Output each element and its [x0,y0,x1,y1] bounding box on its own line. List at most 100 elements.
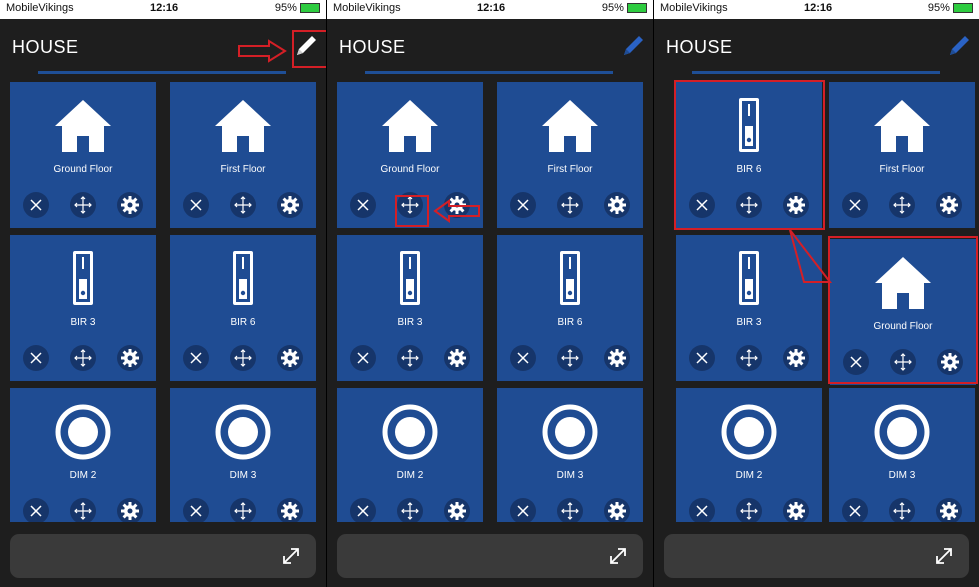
battery-indicator: 95% [602,2,647,14]
tile-label: BIR 3 [736,317,762,328]
move-highlight-box [395,195,429,227]
tile-label: First Floor [547,164,593,175]
move-button[interactable] [736,345,762,371]
remove-button[interactable] [350,345,376,371]
settings-button[interactable] [604,345,630,371]
settings-button[interactable] [444,498,470,522]
phone-screen-2: MobileVikings 12:16 95% HOUSE Ground Flo… [327,0,653,587]
settings-button[interactable] [117,498,143,522]
expand-icon[interactable] [278,543,304,569]
move-button[interactable] [230,192,256,218]
tile-dim-3[interactable]: DIM 3 [170,388,316,522]
remove-button[interactable] [689,345,715,371]
settings-button[interactable] [277,498,303,522]
remove-button[interactable] [510,498,536,522]
annotation-arrow-left [433,199,480,223]
tile-ground-floor[interactable]: Ground Floor [10,82,156,228]
remove-button[interactable] [510,345,536,371]
remove-button[interactable] [350,192,376,218]
tile-bir-6[interactable]: BIR 6 [170,235,316,381]
header-underline [365,71,613,74]
move-button[interactable] [397,498,423,522]
tile-label: BIR 3 [70,317,96,328]
move-button[interactable] [889,498,915,522]
tile-label: BIR 3 [397,317,423,328]
tile-label: DIM 3 [888,470,916,481]
remove-button[interactable] [23,498,49,522]
move-button[interactable] [230,345,256,371]
dimmer-icon [55,404,111,460]
move-button[interactable] [557,498,583,522]
move-button[interactable] [557,345,583,371]
tile-label: Ground Floor [380,164,440,175]
tile-dim-2[interactable]: DIM 2 [10,388,156,522]
pencil-icon[interactable] [619,31,647,61]
tile-dim-3[interactable]: DIM 3 [497,388,643,522]
remove-button[interactable] [23,345,49,371]
settings-button[interactable] [277,345,303,371]
tile-label: DIM 2 [69,470,97,481]
remove-button[interactable] [842,192,868,218]
header-underline [38,71,286,74]
expand-icon[interactable] [605,543,631,569]
move-button[interactable] [397,345,423,371]
remove-button[interactable] [350,498,376,522]
remove-button[interactable] [510,192,536,218]
settings-button[interactable] [783,345,809,371]
house-icon [874,100,930,152]
battery-icon [953,3,973,14]
move-button[interactable] [557,192,583,218]
move-button[interactable] [889,192,915,218]
tile-ground-floor[interactable]: Ground Floor [337,82,483,228]
tile-bir-3[interactable]: BIR 3 [10,235,156,381]
app-header: HOUSE [654,19,979,71]
carrier-label: MobileVikings [6,2,74,14]
annotation-arrow-right [238,39,287,63]
settings-button[interactable] [783,498,809,522]
battery-percent: 95% [927,2,950,14]
remove-button[interactable] [183,192,209,218]
remove-button[interactable] [183,498,209,522]
page-title: HOUSE [339,37,406,57]
settings-button[interactable] [936,192,962,218]
blind-switch-icon [560,251,580,305]
bottom-bar [10,534,316,578]
tile-first-floor[interactable]: First Floor [829,82,975,228]
remove-button[interactable] [23,192,49,218]
page-title: HOUSE [666,37,733,57]
dimmer-icon [721,404,777,460]
tile-dim-2[interactable]: DIM 2 [676,388,822,522]
status-bar: MobileVikings 12:16 95% [0,0,326,19]
remove-button[interactable] [183,345,209,371]
move-button[interactable] [230,498,256,522]
settings-button[interactable] [277,192,303,218]
tile-bir-3[interactable]: BIR 3 [337,235,483,381]
settings-button[interactable] [117,192,143,218]
tile-dim-2[interactable]: DIM 2 [337,388,483,522]
move-button[interactable] [70,192,96,218]
remove-button[interactable] [842,498,868,522]
house-icon [55,100,111,152]
pencil-icon[interactable] [945,31,973,61]
tile-dim-3[interactable]: DIM 3 [829,388,975,522]
move-button[interactable] [70,498,96,522]
battery-indicator: 95% [928,2,973,14]
move-button[interactable] [70,345,96,371]
tile-first-floor[interactable]: First Floor [497,82,643,228]
tile-first-floor[interactable]: First Floor [170,82,316,228]
tile-bir-6[interactable]: BIR 6 [497,235,643,381]
settings-button[interactable] [117,345,143,371]
settings-button[interactable] [604,192,630,218]
settings-button[interactable] [604,498,630,522]
dimmer-icon [874,404,930,460]
battery-icon [627,3,647,14]
settings-button[interactable] [936,498,962,522]
source-highlight-box [674,80,825,230]
settings-button[interactable] [444,345,470,371]
remove-button[interactable] [689,498,715,522]
status-time: 12:16 [804,2,833,14]
tile-label: First Floor [220,164,266,175]
expand-icon[interactable] [931,543,957,569]
move-button[interactable] [736,498,762,522]
bottom-bar [337,534,643,578]
